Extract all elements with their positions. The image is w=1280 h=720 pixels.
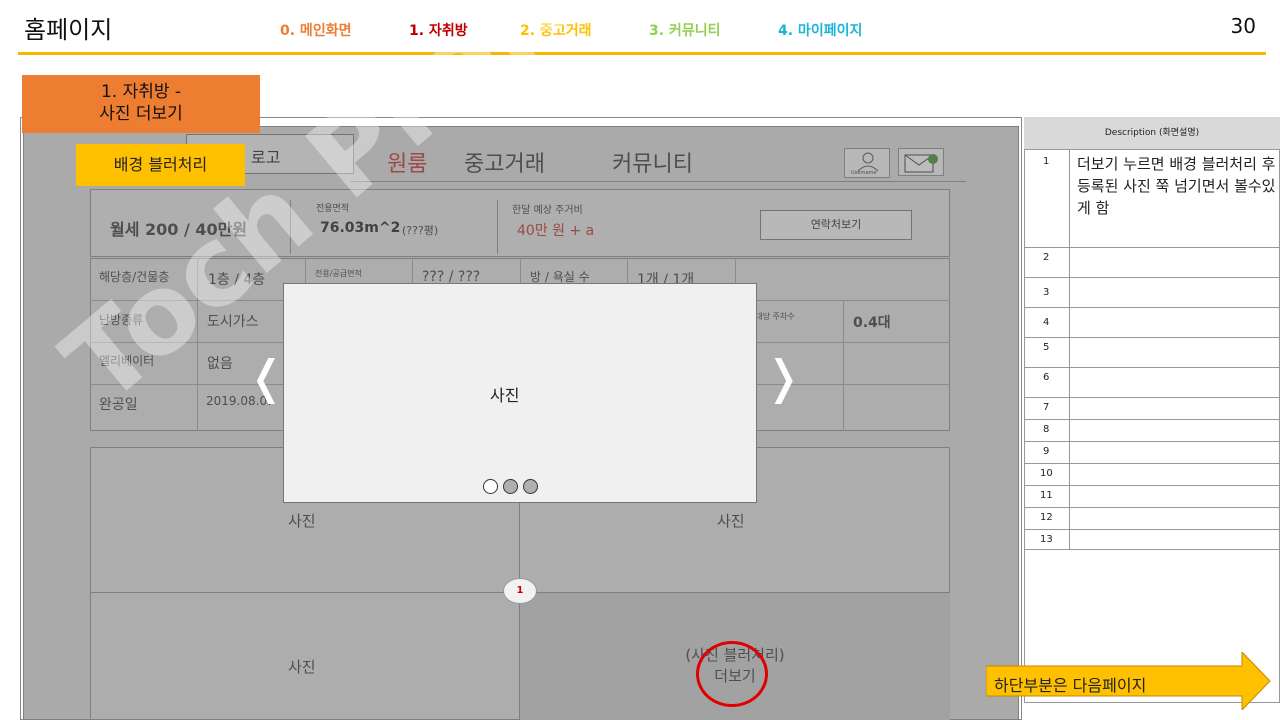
description-row-num: 4 [1043,317,1050,328]
modal-photo: 사진 [490,386,520,405]
nav-main[interactable]: 0. 메인화면 [280,20,351,40]
description-row-text: 더보기 누르면 배경 블러처리 후 등록된 사진 쭉 넘기면서 볼수있게 함 [1077,155,1276,217]
description-row [1024,278,1280,308]
next-page-label: 하단부분은 다음페이지 [994,676,1147,695]
description-row [1024,368,1280,398]
description-row [1024,398,1280,420]
description-row-num: 7 [1043,402,1050,413]
photo-viewer-modal [283,283,757,503]
description-row-num: 3 [1043,287,1050,298]
description-title: Description (화면설명) [1024,117,1280,150]
page-number: 30 [1230,14,1256,38]
description-row-num: 6 [1043,372,1050,383]
description-row [1024,420,1280,442]
description-row [1024,442,1280,464]
header-divider [18,52,1266,55]
description-row [1024,508,1280,530]
description-row [1024,486,1280,508]
description-row [1024,248,1280,278]
description-row-num: 13 [1040,534,1053,545]
next-photo-icon[interactable]: ❭ [764,350,803,404]
highlight-circle [696,641,768,707]
description-row-num: 10 [1040,468,1053,479]
description-row-num: 8 [1043,424,1050,435]
description-row-num: 1 [1043,156,1050,167]
description-row [1024,530,1280,550]
description-row-num: 9 [1043,446,1050,457]
description-row-num: 12 [1040,512,1053,523]
carousel-dot[interactable] [503,479,518,494]
carousel-dot-active[interactable] [483,479,498,494]
page-title: 홈페이지 [24,16,113,44]
description-row-num: 5 [1043,342,1050,353]
prev-photo-icon[interactable]: ❬ [247,350,286,404]
description-row [1024,464,1280,486]
nav-community[interactable]: 3. 커뮤니티 [649,20,720,40]
description-row [1024,338,1280,368]
nav-mypage[interactable]: 4. 마이페이지 [778,20,862,40]
section-label: 1. 자취방 - 사진 더보기 [22,75,260,133]
section-label-line1: 1. 자취방 - [100,82,182,102]
description-row [1024,308,1280,338]
section-label-line2: 사진 더보기 [99,104,183,124]
description-row-num: 2 [1043,252,1050,263]
carousel-dot[interactable] [523,479,538,494]
annotation-badge: 1 [503,578,537,604]
description-row-num: 11 [1040,490,1053,501]
blur-note-label: 배경 블러처리 [76,144,245,186]
